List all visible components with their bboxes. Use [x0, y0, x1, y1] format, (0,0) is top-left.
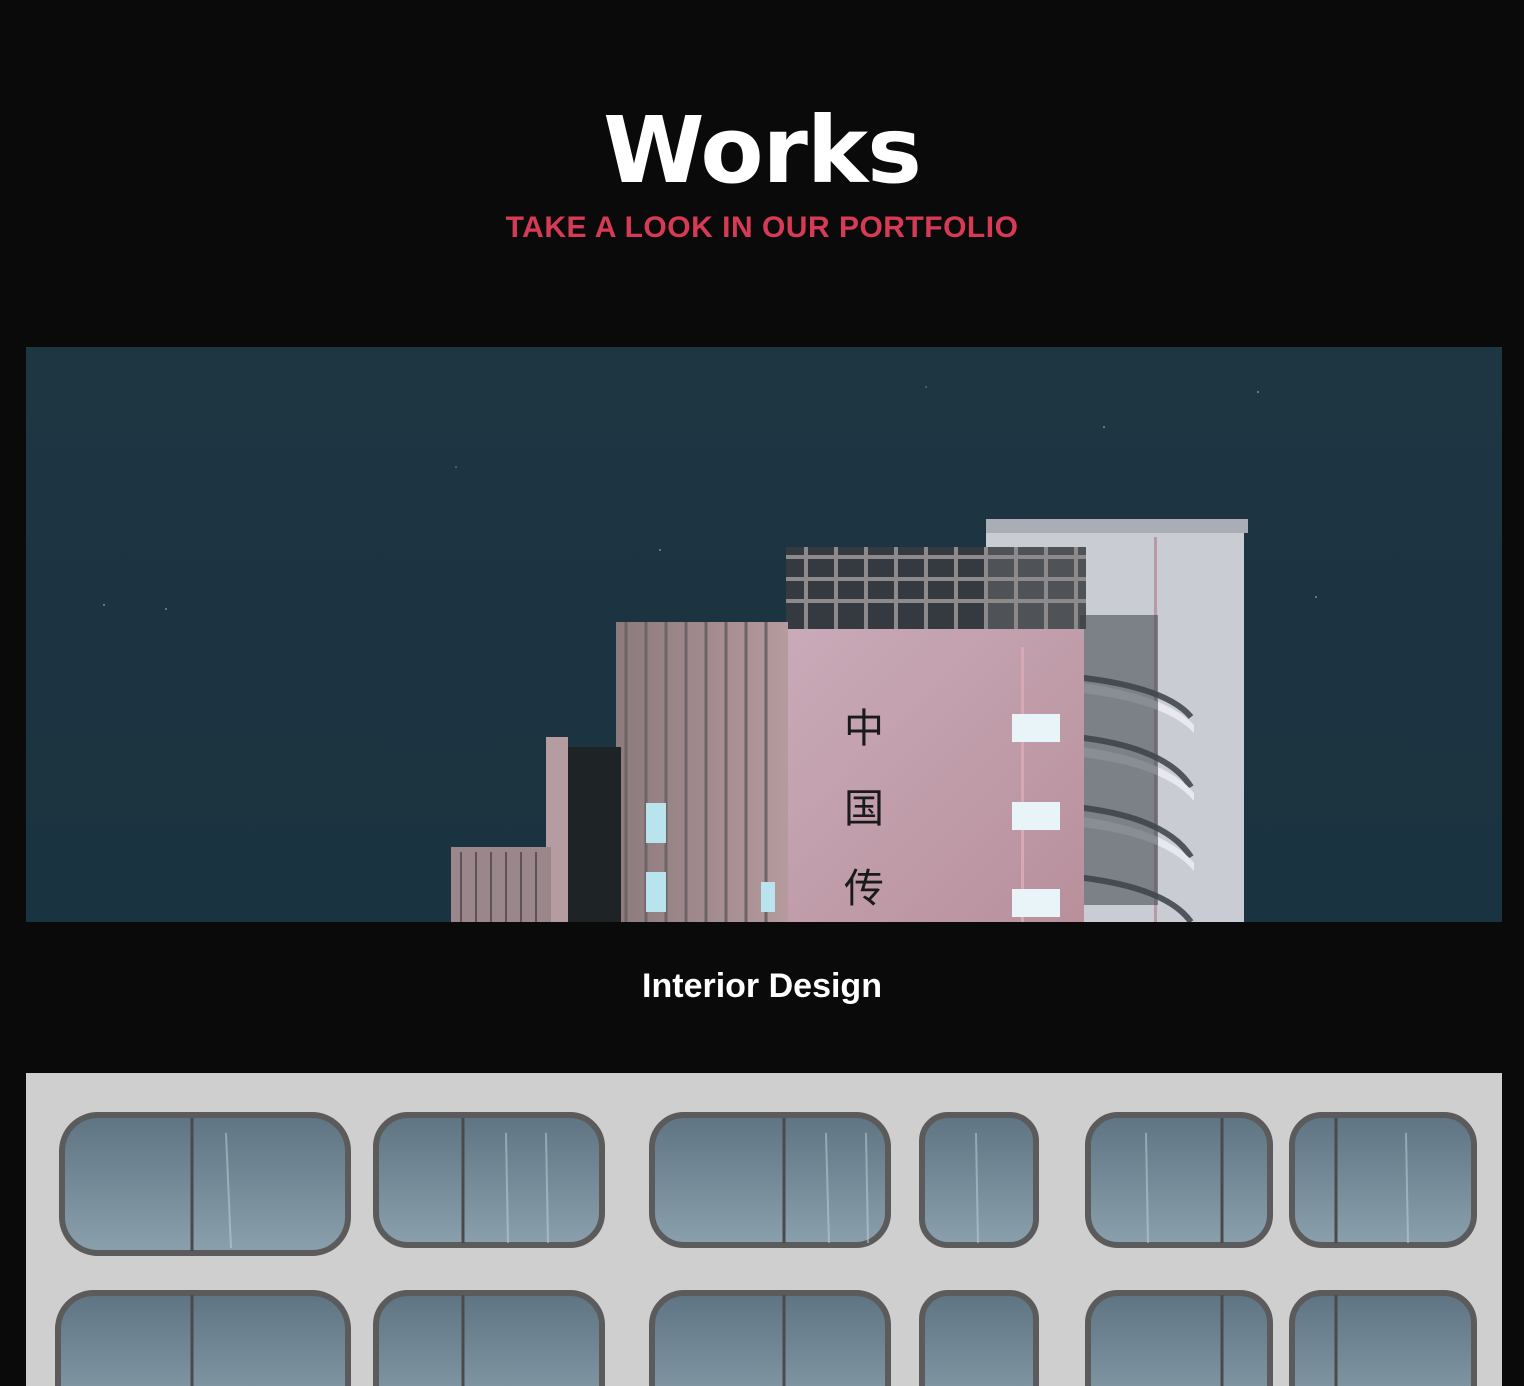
- svg-text:传: 传: [844, 866, 884, 912]
- portfolio-item-image-building-night[interactable]: 中 国 传: [26, 347, 1502, 922]
- svg-text:中: 中: [844, 706, 884, 752]
- works-section: Works TAKE A LOOK IN OUR PORTFOLIO 中 国 传…: [0, 0, 1524, 1386]
- portfolio-item-caption[interactable]: Interior Design: [0, 963, 1524, 1009]
- section-title: Works: [603, 97, 922, 204]
- facade-windows-photo: [26, 1073, 1502, 1386]
- section-subtitle: TAKE A LOOK IN OUR PORTFOLIO: [505, 211, 1019, 244]
- svg-text:国: 国: [844, 786, 884, 832]
- portfolio-item-image-facade-windows[interactable]: [26, 1073, 1502, 1386]
- building-night-photo: 中 国 传: [26, 347, 1502, 922]
